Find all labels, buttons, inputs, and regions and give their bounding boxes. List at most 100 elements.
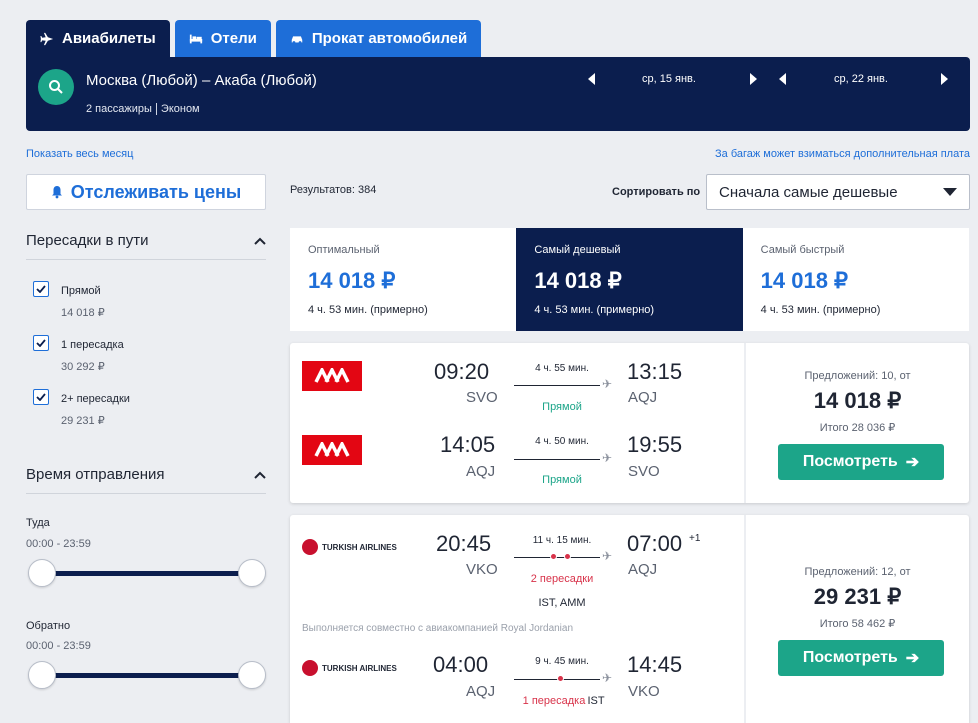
view-offer-button[interactable]: Посмотреть ➔: [778, 640, 944, 676]
flight-duration: 4 ч. 55 мин.: [535, 363, 589, 374]
tab-car-rental[interactable]: Прокат автомобилей: [275, 20, 482, 57]
airline-name: TURKISH AIRLINES: [322, 542, 397, 552]
sort-label: Сортировать по: [612, 186, 701, 198]
product-tabs: Авиабилеты Отели Прокат автомобилей: [26, 20, 482, 57]
departure-airport: AQJ: [466, 683, 496, 700]
airline-name: TURKISH AIRLINES: [322, 663, 397, 673]
slider-handle-max[interactable]: [238, 559, 266, 587]
outbound-range: 00:00 - 23:59: [26, 538, 91, 550]
sort-tab-name: Самый дешевый: [534, 244, 621, 256]
stops-filter-title: Пересадки в пути: [26, 232, 149, 249]
slider-track: [40, 571, 254, 576]
return-date-next-arrow[interactable]: [941, 73, 948, 85]
return-range: 00:00 - 23:59: [26, 640, 91, 652]
depart-date-prev-arrow[interactable]: [588, 73, 595, 85]
tab-hotels-label: Отели: [210, 30, 257, 47]
caret-down-icon: [943, 188, 957, 196]
show-whole-month-link[interactable]: Показать весь месяц: [26, 148, 133, 160]
car-icon: [291, 35, 303, 44]
sort-dropdown[interactable]: Сначала самые дешевые: [706, 174, 970, 210]
stops-option-direct[interactable]: Прямой 14 018 ₽: [33, 281, 105, 319]
flight-duration: 4 ч. 50 мин.: [535, 436, 589, 447]
search-button[interactable]: [38, 69, 74, 105]
flight-path-line: [514, 385, 600, 386]
checkmark-icon: [36, 393, 46, 401]
layover-dot: [557, 675, 564, 682]
offer-card[interactable]: 09:20 SVO 4 ч. 55 мин. ✈ Прямой 13:15 AQ…: [290, 343, 969, 503]
sort-tab-duration: 4 ч. 53 мин. (примерно): [534, 304, 655, 316]
return-date-prev-arrow[interactable]: [779, 73, 786, 85]
sort-tab-duration: 4 ч. 53 мин. (примерно): [760, 304, 881, 316]
two-plus-stops-checkbox[interactable]: [33, 389, 49, 405]
search-summary[interactable]: Москва (Любой) – Акаба (Любой) 2 пассажи…: [26, 57, 970, 131]
stops-filter-header[interactable]: Пересадки в пути: [26, 232, 266, 260]
return-date[interactable]: ср, 22 янв.: [834, 73, 888, 85]
sort-tab-name: Оптимальный: [308, 244, 380, 256]
plane-icon: ✈: [602, 549, 613, 563]
flight-duration: 9 ч. 45 мин.: [535, 656, 589, 667]
departure-airport: SVO: [466, 389, 498, 406]
passengers-cabin: 2 пассажиры Эконом: [86, 103, 200, 116]
sort-tab-price: 14 018 ₽: [534, 268, 622, 293]
departure-airport: VKO: [466, 561, 498, 578]
s7-logo-mark-icon: [314, 442, 350, 457]
codeshare-note: Выполняется совместно с авиакомпанией Ro…: [302, 623, 574, 634]
stops-option-two-plus[interactable]: 2+ пересадки 29 231 ₽: [33, 389, 130, 427]
departure-time: 09:20: [434, 359, 490, 384]
depart-date[interactable]: ср, 15 янв.: [642, 73, 696, 85]
direct-checkbox[interactable]: [33, 281, 49, 297]
flight-duration: 11 ч. 15 мин.: [532, 535, 592, 546]
bed-icon: [189, 34, 202, 43]
depart-date-next-arrow[interactable]: [750, 73, 757, 85]
plane-icon: ✈: [602, 377, 613, 391]
arrival-airport: VKO: [628, 683, 660, 700]
stops-option-label: 1 пересадка: [61, 339, 124, 351]
offers-count: Предложений: 10, от: [804, 370, 911, 382]
arrival-airport: AQJ: [628, 389, 658, 406]
track-prices-button[interactable]: Отслеживать цены: [26, 174, 266, 210]
checkmark-icon: [36, 285, 46, 293]
tab-hotels[interactable]: Отели: [174, 20, 271, 57]
flight-path-line: [514, 557, 600, 558]
turkish-airlines-logo: TURKISH AIRLINES: [302, 539, 397, 555]
sort-tab-fastest[interactable]: Самый быстрый 14 018 ₽ 4 ч. 53 мин. (при…: [743, 228, 969, 331]
outbound-time-slider[interactable]: [28, 559, 266, 589]
offer-price: 29 231 ₽: [813, 584, 902, 609]
tab-flights[interactable]: Авиабилеты: [26, 20, 170, 57]
offer-card[interactable]: TURKISH AIRLINES 20:45 VKO 11 ч. 15 мин.…: [290, 515, 969, 723]
departure-time: 04:00: [433, 652, 489, 677]
departure-time-filter-title: Время отправления: [26, 466, 165, 483]
sort-tab-optimal[interactable]: Оптимальный 14 018 ₽ 4 ч. 53 мин. (приме…: [290, 228, 516, 331]
view-offer-button[interactable]: Посмотреть ➔: [778, 444, 944, 480]
departure-time: 20:45: [436, 531, 492, 556]
layover-dot: [550, 553, 557, 560]
offer-total: Итого 58 462 ₽: [819, 618, 896, 630]
one-stop-checkbox[interactable]: [33, 335, 49, 351]
stops-option-label: 2+ пересадки: [61, 393, 130, 405]
route-text: Москва (Любой) – Акаба (Любой): [86, 72, 317, 89]
slider-handle-max[interactable]: [238, 661, 266, 689]
baggage-fee-link[interactable]: За багаж может взиматься дополнительная …: [715, 148, 970, 160]
return-time-slider[interactable]: [28, 661, 266, 691]
departure-time-filter-header[interactable]: Время отправления: [26, 466, 266, 494]
sort-selected-value: Сначала самые дешевые: [719, 183, 898, 201]
s7-airline-logo: [302, 361, 362, 391]
offer-price: 14 018 ₽: [813, 388, 902, 413]
arrival-airport: SVO: [628, 463, 660, 480]
departure-airport: AQJ: [466, 463, 496, 480]
stops-info: Прямой: [542, 401, 582, 413]
outbound-label: Туда: [26, 517, 50, 529]
stops-option-one[interactable]: 1 пересадка 30 292 ₽: [33, 335, 124, 373]
slider-handle-min[interactable]: [28, 661, 56, 689]
sort-tab-cheapest[interactable]: Самый дешевый 14 018 ₽ 4 ч. 53 мин. (при…: [516, 228, 743, 331]
s7-logo-mark-icon: [314, 368, 350, 383]
track-prices-label: Отслеживать цены: [70, 181, 242, 202]
arrival-time: 13:15: [627, 359, 683, 384]
departure-time: 14:05: [440, 432, 496, 457]
turkish-airlines-emblem-icon: [302, 660, 318, 676]
results-count: Результатов: 384: [290, 184, 377, 196]
slider-handle-min[interactable]: [28, 559, 56, 587]
layover-dot: [564, 553, 571, 560]
arrival-time: 14:45: [627, 652, 683, 677]
view-offer-label: Посмотреть: [802, 649, 898, 666]
